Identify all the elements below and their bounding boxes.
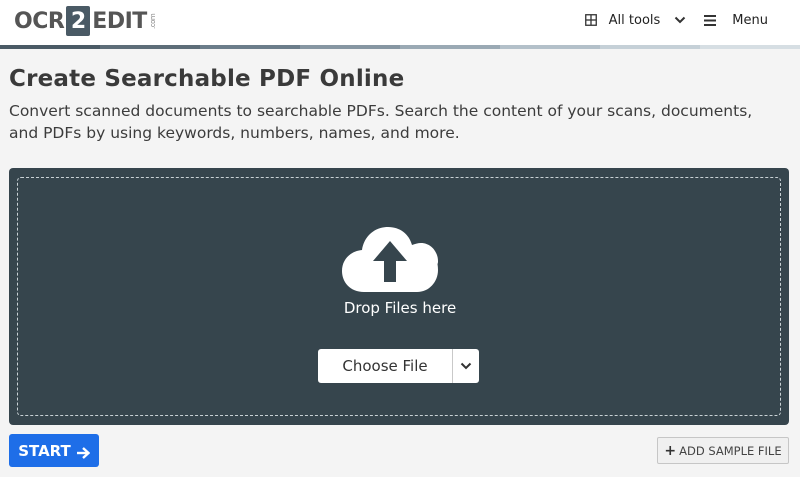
stripe-segment (700, 45, 800, 49)
stripe-segment (100, 45, 200, 49)
arrow-right-icon (76, 445, 91, 459)
start-button[interactable]: START (9, 434, 99, 467)
hamburger-icon (704, 14, 717, 26)
chevron-down-icon (674, 14, 686, 26)
page-description: Convert scanned documents to searchable … (9, 102, 753, 142)
chevron-down-icon (460, 357, 472, 376)
top-nav: All tools Menu (584, 0, 800, 40)
choose-file-source-dropdown[interactable] (453, 349, 479, 383)
header: OCR 2 EDIT .com All tools Menu (0, 0, 800, 46)
plus-icon: + (664, 442, 677, 459)
start-label: START (18, 441, 71, 460)
stripe-segment (500, 45, 600, 49)
logo-part-ocr: OCR (14, 8, 65, 34)
add-sample-file-button[interactable]: + ADD SAMPLE FILE (657, 437, 789, 464)
stripe-segment (0, 45, 100, 49)
choose-file-button[interactable]: Choose File (318, 349, 453, 383)
stripe-segment (600, 45, 700, 49)
stripe-segment (200, 45, 300, 49)
add-sample-file-label: ADD SAMPLE FILE (679, 443, 782, 458)
stripe-segment (300, 45, 400, 49)
menu-label: Menu (732, 12, 768, 28)
file-dropzone[interactable] (9, 168, 789, 425)
cloud-upload-icon (342, 224, 438, 294)
page-title: Create Searchable PDF Online (9, 66, 405, 92)
logo-suffix: .com (148, 13, 157, 29)
logo-part-edit: EDIT (92, 8, 147, 34)
all-tools-label: All tools (608, 12, 661, 28)
drop-files-text: Drop Files here (343, 299, 457, 317)
grid-icon (584, 14, 597, 26)
stripe-segment (400, 45, 500, 49)
header-color-stripe (0, 45, 800, 49)
all-tools-dropdown[interactable]: All tools (584, 12, 687, 28)
choose-file-group: Choose File (318, 349, 479, 383)
menu-button[interactable]: Menu (704, 13, 768, 28)
ocr2edit-logo[interactable]: OCR 2 EDIT .com (14, 6, 157, 36)
logo-part-2: 2 (66, 6, 91, 36)
